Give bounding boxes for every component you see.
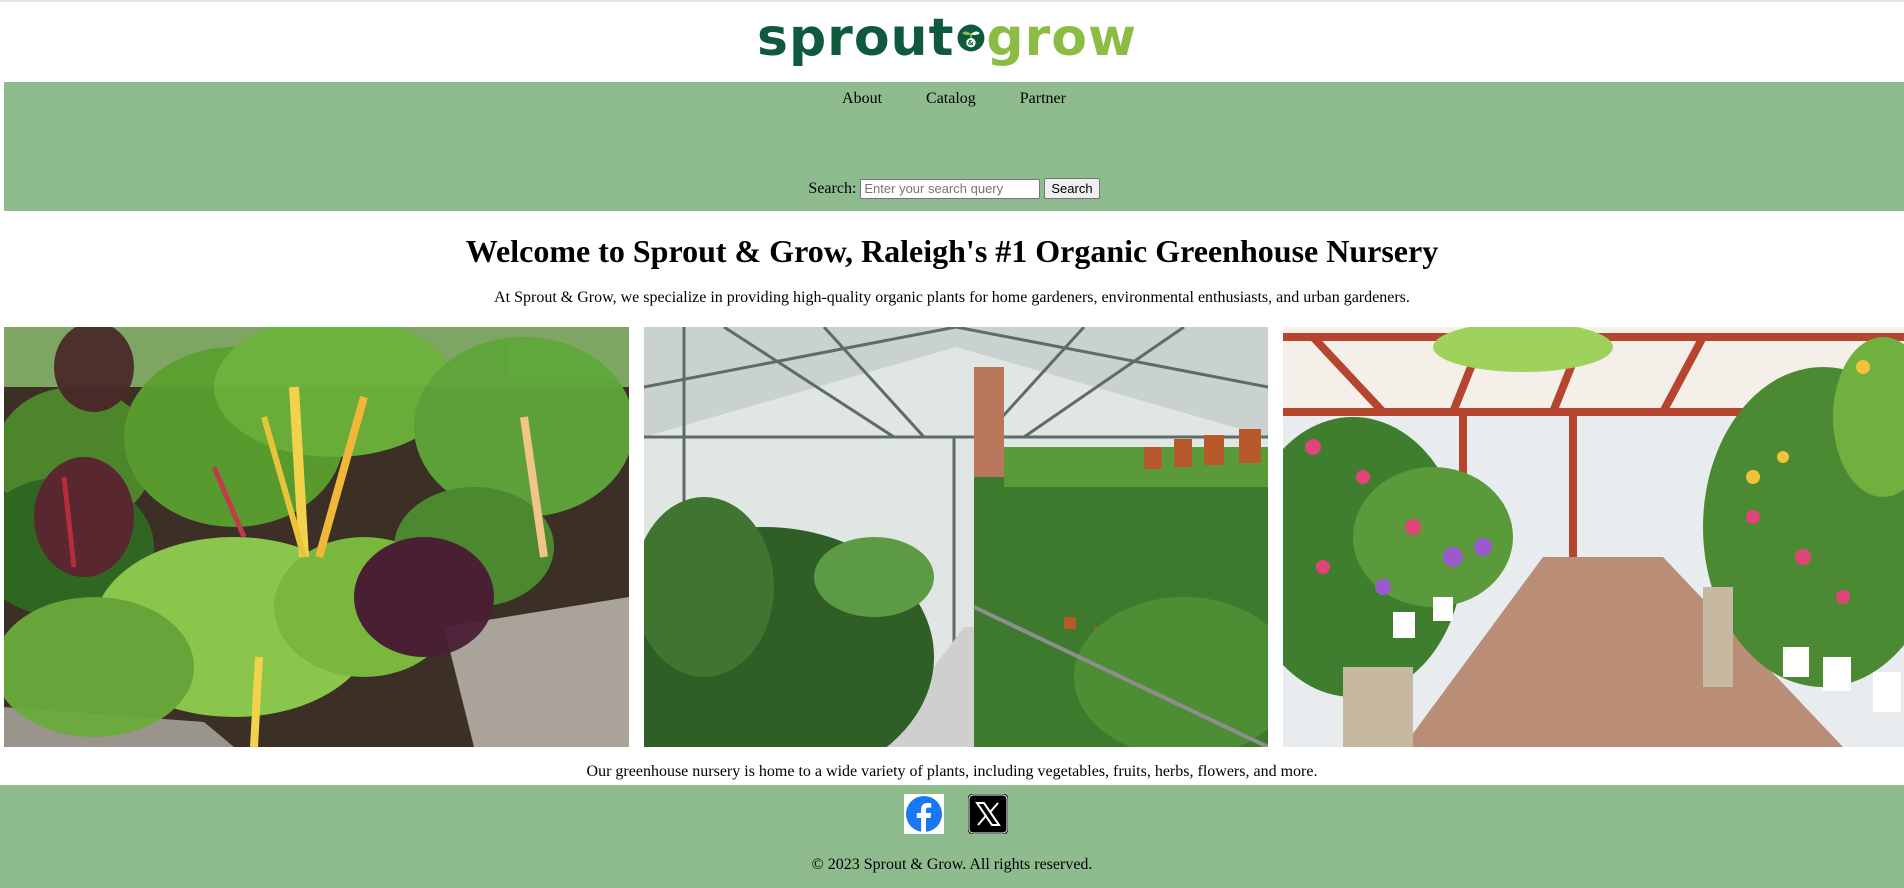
photo-garden-center (1283, 327, 1904, 747)
search-button[interactable]: Search (1044, 178, 1100, 199)
nav-link-partner[interactable]: Partner (998, 90, 1088, 108)
photo-greenhouse-interior (644, 327, 1268, 747)
x-twitter-icon[interactable] (968, 794, 1008, 834)
nav-link-catalog[interactable]: Catalog (904, 90, 998, 108)
logo-ampersand: & (968, 39, 974, 47)
logo-word-sprout: sprout (757, 8, 955, 68)
nav-links: About Catalog Partner (4, 90, 1904, 108)
footer: © 2023 Sprout & Grow. All rights reserve… (0, 785, 1904, 888)
sprout-logo-icon: & (957, 24, 985, 52)
variety-text: Our greenhouse nursery is home to a wide… (586, 763, 1318, 780)
search-form: Search: Search (4, 178, 1904, 199)
site-logo[interactable]: sprout & grow (757, 8, 1137, 68)
social-links (904, 794, 1008, 834)
logo-word-grow: grow (986, 8, 1137, 68)
page-title: Welcome to Sprout & Grow, Raleigh's #1 O… (465, 233, 1439, 269)
nav-bar: About Catalog Partner Search: Search (4, 82, 1904, 211)
top-border (0, 0, 1904, 2)
facebook-icon[interactable] (904, 794, 944, 834)
photo-chard-bed (4, 327, 629, 747)
copyright-text: © 2023 Sprout & Grow. All rights reserve… (811, 856, 1093, 873)
search-label: Search: (808, 179, 857, 197)
intro-text: At Sprout & Grow, we specialize in provi… (494, 289, 1410, 306)
nav-link-about[interactable]: About (820, 90, 904, 108)
search-input[interactable] (860, 178, 1041, 199)
